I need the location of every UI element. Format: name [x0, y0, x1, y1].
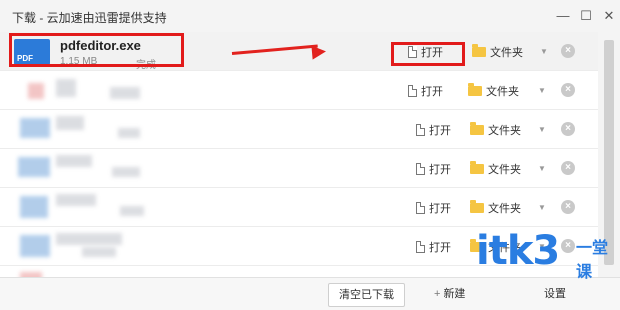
blurred-file-name: [56, 116, 84, 130]
download-row[interactable]: 打开 文件夹 ▼ ×: [0, 71, 598, 110]
blurred-file-name: [56, 79, 76, 97]
download-window: 下载 - 云加速由迅雷提供支持 — ☐ ✕ PDF pdfeditor.exe …: [0, 0, 620, 310]
folder-label: 文件夹: [490, 47, 523, 59]
folder-label: 文件夹: [488, 125, 521, 137]
blurred-file-name: [56, 233, 122, 245]
blurred-file-info: [118, 128, 140, 138]
document-icon: [416, 124, 425, 136]
blurred-file-info: [110, 87, 140, 99]
blurred-file-info: [112, 167, 140, 177]
watermark-logo: itk3 一堂课: [476, 228, 620, 288]
open-label: 打开: [429, 125, 451, 137]
folder-icon: [470, 200, 484, 213]
chevron-down-icon[interactable]: ▼: [538, 86, 546, 95]
folder-label: 文件夹: [486, 86, 519, 98]
open-label: 打开: [421, 86, 443, 98]
blurred-file-icon: [20, 118, 50, 138]
new-button[interactable]: + 新建: [416, 283, 475, 305]
open-button[interactable]: 打开: [408, 83, 443, 99]
document-icon: [416, 202, 425, 214]
maximize-icon[interactable]: ☐: [575, 6, 597, 26]
document-icon: [416, 241, 425, 253]
plus-icon: +: [434, 288, 441, 300]
clear-downloaded-button[interactable]: 清空已下载: [328, 283, 405, 307]
folder-button[interactable]: 文件夹: [470, 122, 521, 138]
folder-icon: [470, 122, 484, 135]
blurred-file-icon: [28, 83, 44, 99]
watermark-main: itk3: [476, 228, 560, 274]
remove-icon[interactable]: ×: [561, 44, 575, 58]
blurred-file-icon: [18, 157, 50, 177]
folder-label: 文件夹: [488, 203, 521, 215]
document-icon: [416, 163, 425, 175]
download-row[interactable]: 打开 文件夹 ▼ ×: [0, 110, 598, 149]
watermark-sub: 一堂课: [576, 240, 609, 281]
chevron-down-icon[interactable]: ▼: [538, 203, 546, 212]
highlight-box-open: [391, 42, 465, 66]
open-label: 打开: [429, 242, 451, 254]
blurred-file-info: [120, 206, 144, 216]
remove-icon[interactable]: ×: [561, 122, 575, 136]
folder-button[interactable]: 文件夹: [470, 161, 521, 177]
annotation-arrow-head: [311, 44, 327, 60]
folder-label: 文件夹: [488, 164, 521, 176]
blurred-file-info: [82, 247, 116, 257]
document-icon: [408, 85, 417, 97]
new-label: 新建: [443, 288, 466, 300]
close-icon[interactable]: ✕: [598, 6, 620, 26]
download-row[interactable]: 打开 文件夹 ▼ ×: [0, 188, 598, 227]
blurred-file-icon: [20, 196, 48, 218]
open-label: 打开: [429, 164, 451, 176]
folder-button[interactable]: 文件夹: [472, 44, 523, 60]
folder-button[interactable]: 文件夹: [470, 200, 521, 216]
blurred-file-name: [56, 155, 92, 167]
download-row[interactable]: 打开 文件夹 ▼ ×: [0, 149, 598, 188]
open-label: 打开: [429, 203, 451, 215]
open-button[interactable]: 打开: [416, 161, 451, 177]
chevron-down-icon[interactable]: ▼: [540, 47, 548, 56]
open-button[interactable]: 打开: [416, 239, 451, 255]
open-button[interactable]: 打开: [416, 122, 451, 138]
blurred-file-name: [56, 194, 96, 206]
folder-icon: [470, 161, 484, 174]
remove-icon[interactable]: ×: [561, 161, 575, 175]
folder-button[interactable]: 文件夹: [468, 83, 519, 99]
chevron-down-icon[interactable]: ▼: [538, 164, 546, 173]
window-title: 下载 - 云加速由迅雷提供支持: [12, 11, 167, 25]
settings-label: 设置: [544, 288, 566, 300]
folder-icon: [472, 44, 486, 57]
remove-icon[interactable]: ×: [561, 83, 575, 97]
remove-icon[interactable]: ×: [561, 200, 575, 214]
open-button[interactable]: 打开: [416, 200, 451, 216]
chevron-down-icon[interactable]: ▼: [538, 125, 546, 134]
folder-icon: [468, 83, 482, 96]
blurred-file-icon: [20, 235, 50, 257]
highlight-box-file: [9, 33, 184, 67]
minimize-icon[interactable]: —: [552, 6, 574, 26]
title-bar: 下载 - 云加速由迅雷提供支持 — ☐ ✕: [0, 0, 620, 33]
